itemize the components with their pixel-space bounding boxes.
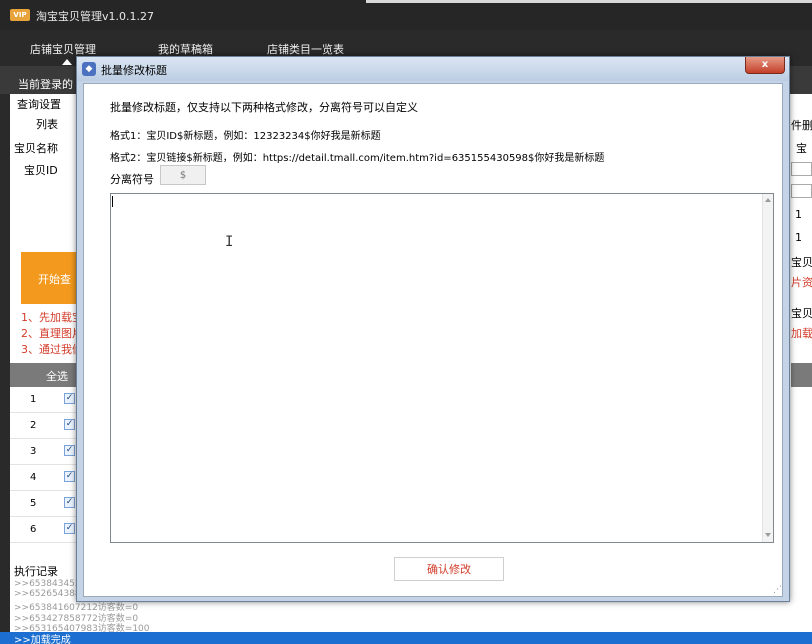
resize-grip-icon[interactable]: ⋰ <box>773 585 782 595</box>
titles-textarea[interactable] <box>110 193 774 543</box>
scroll-up-icon[interactable] <box>765 198 771 202</box>
row-number: 2 <box>30 420 37 431</box>
dialog-description: 批量修改标题，仅支持以下两种格式修改，分离符号可以自定义 <box>110 101 418 114</box>
step-2: 2、直理图片 <box>21 327 83 340</box>
product-id-label: 宝贝ID <box>24 164 58 177</box>
table-row[interactable]: 3 ✓ <box>10 439 80 465</box>
text-caret <box>112 196 113 207</box>
right-fragment: 1 <box>795 208 802 221</box>
dialog-titlebar[interactable] <box>77 57 789 81</box>
close-button[interactable]: x <box>745 57 785 74</box>
textarea-scrollbar[interactable] <box>762 194 773 542</box>
separator-label: 分离符号 <box>110 173 154 186</box>
select-all-header[interactable]: 全选 <box>46 368 68 384</box>
tab-category-list[interactable]: 店铺类目一览表 <box>267 41 344 57</box>
row-number: 3 <box>30 446 37 457</box>
right-fragment: 宝 <box>796 142 807 155</box>
active-tab-indicator <box>62 59 72 65</box>
list-label: 列表 <box>36 118 58 131</box>
row-checkbox[interactable]: ✓ <box>64 393 75 404</box>
scroll-down-icon[interactable] <box>765 533 771 537</box>
background-strip <box>366 0 812 3</box>
row-checkbox[interactable]: ✓ <box>64 419 75 430</box>
right-fragment: 宝贝 <box>791 307 812 320</box>
confirm-button[interactable]: 确认修改 <box>394 557 504 581</box>
format-2-hint: 格式2：宝贝链接$新标题，例如：https://detail.tmall.com… <box>110 153 605 164</box>
login-label: 当前登录的 <box>18 78 73 91</box>
row-number: 4 <box>30 472 37 483</box>
row-number: 5 <box>30 498 37 509</box>
right-field[interactable] <box>791 162 812 176</box>
log-title: 执行记录 <box>14 565 58 578</box>
grid-header <box>10 363 80 387</box>
row-checkbox[interactable]: ✓ <box>64 523 75 534</box>
row-checkbox[interactable]: ✓ <box>64 471 75 482</box>
start-query-label: 开始查 <box>38 273 71 286</box>
step-3: 3、通过我们 <box>21 343 83 356</box>
status-text: >>加载完成 <box>14 635 71 644</box>
query-settings-label: 查询设置 <box>17 98 61 111</box>
table-row[interactable]: 1 ✓ <box>10 387 80 413</box>
right-fragment: 1 <box>795 231 802 244</box>
right-fragment: 加载 <box>791 327 812 340</box>
dialog-title: 批量修改标题 <box>101 64 167 77</box>
row-checkbox[interactable]: ✓ <box>64 445 75 456</box>
tab-shop-products[interactable]: 店铺宝贝管理 <box>30 41 96 57</box>
row-number: 1 <box>30 394 37 405</box>
right-field[interactable] <box>791 184 812 198</box>
table-row[interactable]: 6 ✓ <box>10 517 80 543</box>
table-row[interactable]: 4 ✓ <box>10 465 80 491</box>
dialog-body: 批量修改标题，仅支持以下两种格式修改，分离符号可以自定义 格式1：宝贝ID$新标… <box>83 83 783 597</box>
right-fragment: 件删 <box>791 119 812 132</box>
vip-badge: VIP <box>10 9 30 21</box>
tab-drafts[interactable]: 我的草稿箱 <box>158 41 213 57</box>
table-row[interactable]: 5 ✓ <box>10 491 80 517</box>
table-row[interactable]: 2 ✓ <box>10 413 80 439</box>
grid-header-right <box>791 363 812 387</box>
batch-edit-title-dialog: ◆ 批量修改标题 x 批量修改标题，仅支持以下两种格式修改，分离符号可以自定义 … <box>76 56 790 602</box>
row-checkbox[interactable]: ✓ <box>64 497 75 508</box>
right-fragment: 宝贝 <box>791 256 812 269</box>
status-bar <box>0 632 812 644</box>
step-1: 1、先加载宝 <box>21 311 83 324</box>
app-title: 淘宝宝贝管理v1.0.1.27 <box>36 10 154 23</box>
app-icon: ◆ <box>82 62 96 76</box>
format-1-hint: 格式1：宝贝ID$新标题，例如：12323234$你好我是新标题 <box>110 131 381 142</box>
product-name-label: 宝贝名称 <box>14 142 58 155</box>
right-fragment: 片资 <box>791 276 812 289</box>
ibeam-cursor-icon: I <box>225 234 234 250</box>
separator-input[interactable] <box>160 165 206 185</box>
row-number: 6 <box>30 524 37 535</box>
